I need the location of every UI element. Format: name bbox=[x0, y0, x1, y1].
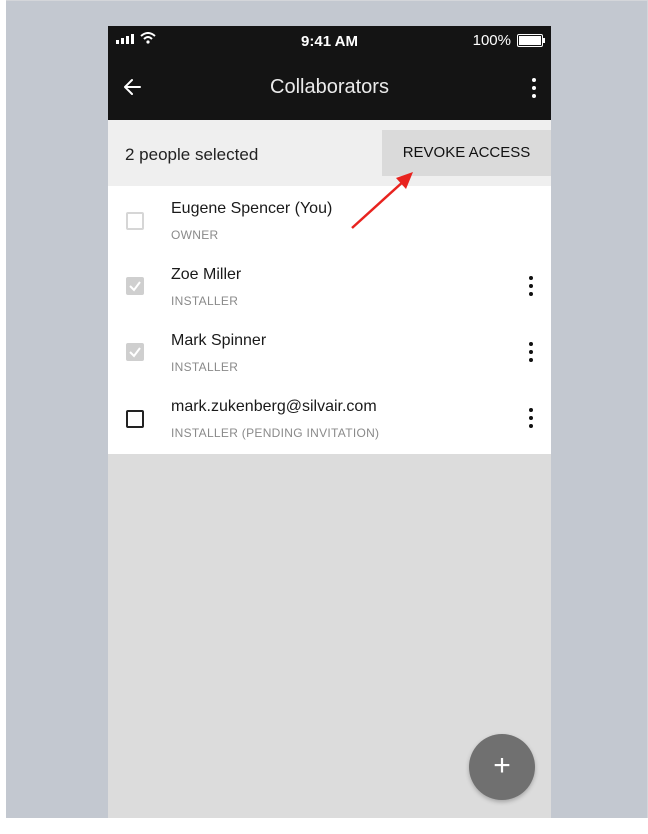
status-bar: 9:41 AM 100% bbox=[108, 26, 551, 56]
checkbox-checked bbox=[126, 277, 144, 295]
collaborator-role: INSTALLER (PENDING INVITATION) bbox=[171, 426, 380, 440]
left-margin bbox=[0, 0, 6, 834]
phone-screen: 9:41 AM 100% Collaborators 2 people sele… bbox=[108, 26, 551, 818]
page-title: Collaborators bbox=[270, 76, 389, 98]
app-bar: Collaborators bbox=[108, 56, 551, 120]
collaborator-role: INSTALLER bbox=[171, 294, 239, 308]
more-vert-icon[interactable] bbox=[528, 342, 534, 362]
collaborator-list: Eugene Spencer (You) OWNER Zoe Miller IN… bbox=[108, 186, 551, 454]
collaborator-role: INSTALLER bbox=[171, 360, 239, 374]
collaborator-name: Zoe Miller bbox=[171, 266, 242, 283]
battery-icon bbox=[517, 34, 545, 47]
collaborator-row[interactable]: Zoe Miller INSTALLER bbox=[108, 252, 551, 318]
collaborator-name: Mark Spinner bbox=[171, 332, 267, 349]
collaborator-name: Eugene Spencer (You) bbox=[171, 200, 333, 217]
more-vert-icon[interactable] bbox=[529, 78, 539, 98]
bottom-margin bbox=[0, 818, 648, 834]
collaborator-role: OWNER bbox=[171, 228, 219, 242]
selection-count: 2 people selected bbox=[125, 145, 259, 164]
checkbox-unchecked[interactable] bbox=[126, 410, 144, 428]
collaborator-email: mark.zukenberg@silvair.com bbox=[171, 398, 377, 415]
checkbox-checked bbox=[126, 343, 144, 361]
more-vert-icon[interactable] bbox=[528, 276, 534, 296]
more-vert-icon[interactable] bbox=[528, 408, 534, 428]
collaborator-row[interactable]: Mark Spinner INSTALLER bbox=[108, 318, 551, 384]
battery-percent: 100% bbox=[472, 32, 511, 49]
collaborator-row-pending[interactable]: mark.zukenberg@silvair.com INSTALLER (PE… bbox=[108, 384, 551, 450]
add-collaborator-button[interactable]: + bbox=[469, 734, 535, 800]
checkbox-disabled bbox=[126, 212, 144, 230]
selection-bar: 2 people selected REVOKE ACCESS bbox=[108, 120, 551, 186]
revoke-access-button[interactable]: REVOKE ACCESS bbox=[382, 130, 551, 176]
collaborator-row-owner: Eugene Spencer (You) OWNER bbox=[108, 186, 551, 252]
